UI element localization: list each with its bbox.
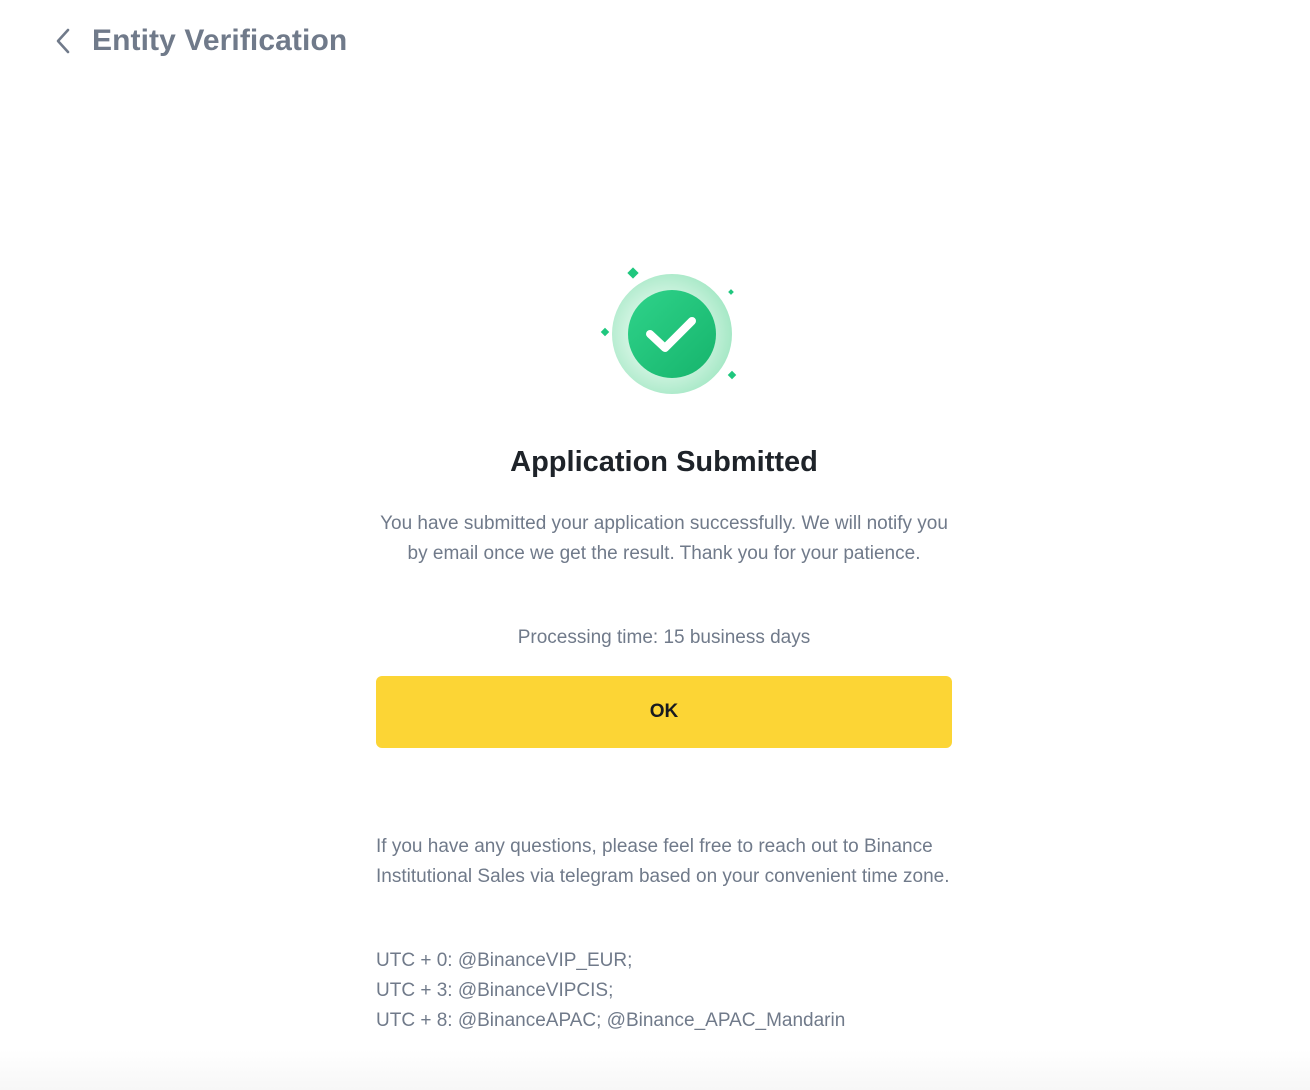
back-button[interactable] [50, 25, 76, 57]
page-header: Entity Verification [50, 18, 347, 64]
contact-line-utc0: UTC + 0: @BinanceVIP_EUR; [376, 950, 633, 971]
result-description: You have submitted your application succ… [380, 513, 948, 564]
check-circle-icon [584, 260, 744, 400]
processing-time: Processing time: 15 business days [517, 627, 811, 648]
telegram-contact-list: UTC + 0: @BinanceVIP_EUR; UTC + 3: @Bina… [376, 946, 952, 1036]
chevron-left-icon [56, 28, 70, 54]
contact-line-utc8: UTC + 8: @BinanceAPAC; @Binance_APAC_Man… [376, 1010, 846, 1031]
contact-info: If you have any questions, please feel f… [376, 836, 950, 887]
bottom-fade [0, 1050, 1310, 1090]
contact-line-utc3: UTC + 3: @BinanceVIPCIS; [376, 980, 614, 1001]
result-title: Application Submitted [510, 446, 818, 478]
ok-button[interactable]: OK [376, 676, 952, 748]
page-title: Entity Verification [92, 24, 348, 57]
